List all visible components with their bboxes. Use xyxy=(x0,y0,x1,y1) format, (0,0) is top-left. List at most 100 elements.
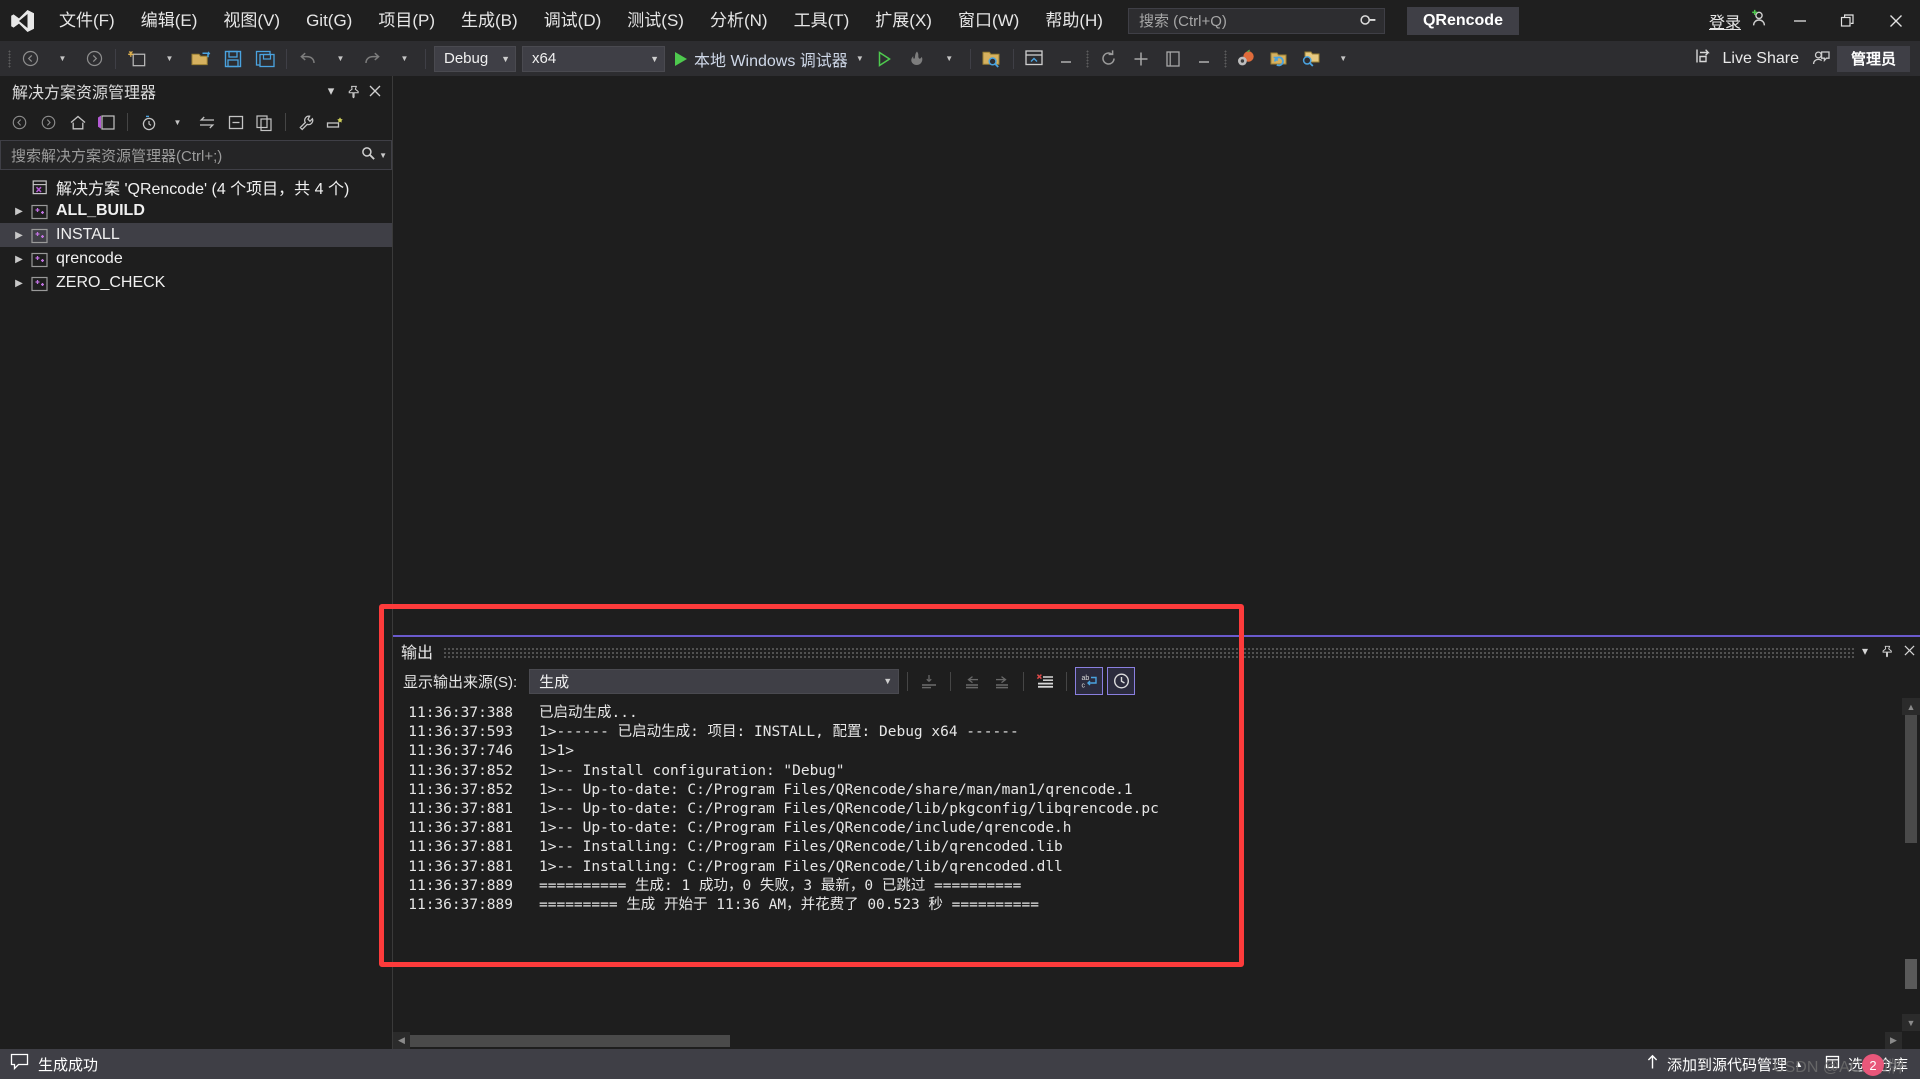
refresh-icon[interactable] xyxy=(1093,45,1125,73)
vertical-scroll-thumb-secondary[interactable] xyxy=(1905,959,1917,989)
new-project-dropdown[interactable]: ▼ xyxy=(153,45,185,73)
project-node-install[interactable]: ▶ INSTALL xyxy=(0,223,392,247)
preview-selected-items-icon[interactable] xyxy=(322,109,349,135)
panel-pin-icon[interactable] xyxy=(342,80,364,102)
menu-project[interactable]: 项目(P) xyxy=(365,0,448,41)
output-log-surface[interactable]: 11:36:37:388 已启动生成... 11:36:37:593 1>-----… xyxy=(393,698,1920,1049)
menu-debug[interactable]: 调试(D) xyxy=(531,0,615,41)
twisty-icon[interactable]: ▶ xyxy=(8,278,30,289)
back-icon[interactable] xyxy=(6,109,33,135)
hot-reload-dropdown[interactable]: ▼ xyxy=(933,45,965,73)
navigate-forward-button[interactable] xyxy=(78,45,110,73)
sign-in-button[interactable]: 登录 xyxy=(1709,8,1768,33)
output-pin-icon[interactable] xyxy=(1876,639,1898,663)
menu-edit[interactable]: 编辑(E) xyxy=(128,0,211,41)
nuget-manager-icon[interactable] xyxy=(1231,45,1263,73)
solution-explorer-window-icon[interactable] xyxy=(1019,45,1051,73)
navigate-backward-button[interactable] xyxy=(14,45,46,73)
menu-analyze[interactable]: 分析(N) xyxy=(697,0,781,41)
solution-configuration-combo[interactable]: Debug ▼ xyxy=(434,45,516,72)
solution-root-node[interactable]: 解决方案 'QRencode' (4 个项目，共 4 个) xyxy=(0,175,392,199)
find-in-files-icon[interactable] xyxy=(976,45,1008,73)
panel-close-icon[interactable] xyxy=(364,80,386,102)
previous-message-icon[interactable] xyxy=(959,668,985,694)
output-horizontal-scrollbar[interactable]: ◀ ▶ xyxy=(393,1031,1902,1049)
scroll-up-arrow-icon[interactable]: ▲ xyxy=(1902,698,1920,715)
twisty-icon[interactable]: ▶ xyxy=(8,206,30,217)
tab-drag-dots[interactable] xyxy=(443,646,1854,659)
sync-with-active-document-icon[interactable] xyxy=(193,109,220,135)
add-to-source-control-button[interactable]: 添加到源代码管理 ▲ xyxy=(1639,1049,1809,1079)
navigate-backward-dropdown[interactable]: ▼ xyxy=(46,45,78,73)
show-timestamps-icon[interactable] xyxy=(1107,667,1136,695)
redo-icon[interactable] xyxy=(356,45,388,73)
twisty-icon[interactable]: ▶ xyxy=(8,230,30,241)
live-share-button[interactable]: Live Share xyxy=(1694,47,1799,70)
horizontal-scroll-track[interactable] xyxy=(410,1032,1885,1049)
next-message-icon[interactable] xyxy=(989,668,1015,694)
pending-changes-icon[interactable] xyxy=(135,109,162,135)
output-close-icon[interactable] xyxy=(1898,639,1920,663)
go-to-message-icon[interactable] xyxy=(916,668,942,694)
home-icon[interactable] xyxy=(64,109,91,135)
show-all-files-icon[interactable] xyxy=(251,109,278,135)
start-without-debugging-icon[interactable] xyxy=(869,45,901,73)
search-input[interactable]: 搜索 (Ctrl+Q) xyxy=(1127,7,1385,34)
menu-window[interactable]: 窗口(W) xyxy=(945,0,1032,41)
project-node-all-build[interactable]: ▶ ALL_BUILD xyxy=(0,199,392,223)
project-name-chip[interactable]: QRencode xyxy=(1406,6,1519,35)
open-file-icon[interactable] xyxy=(185,45,217,73)
scroll-down-arrow-icon[interactable]: ▼ xyxy=(1902,1014,1920,1031)
toolbar-overflow-3[interactable]: ▼ xyxy=(1327,45,1359,73)
menu-git[interactable]: Git(G) xyxy=(293,0,365,41)
menu-file[interactable]: 文件(F) xyxy=(46,0,128,41)
start-debug-button[interactable]: 本地 Windows 调试器 ▼ xyxy=(668,45,869,73)
menu-view[interactable]: 视图(V) xyxy=(210,0,293,41)
toolbar-overflow-2[interactable] xyxy=(1189,45,1221,73)
toggle-word-wrap-icon[interactable]: ab c xyxy=(1075,667,1104,695)
undo-dropdown[interactable]: ▼ xyxy=(324,45,356,73)
redo-dropdown[interactable]: ▼ xyxy=(388,45,420,73)
properties-wrench-icon[interactable] xyxy=(293,109,320,135)
panel-menu-chevron-icon[interactable]: ▾ xyxy=(320,80,342,102)
toolbar-overflow-1[interactable] xyxy=(1051,45,1083,73)
output-vertical-scrollbar[interactable]: ▲ ▼ xyxy=(1902,698,1920,1031)
project-node-zero-check[interactable]: ▶ ZERO_CHECK xyxy=(0,271,392,295)
hot-reload-icon[interactable] xyxy=(901,45,933,73)
output-source-combo[interactable]: 生成 ▼ xyxy=(529,668,900,694)
menu-build[interactable]: 生成(B) xyxy=(448,0,531,41)
clear-all-icon[interactable] xyxy=(1032,668,1058,694)
toolbar-grip-1[interactable] xyxy=(4,48,14,70)
menu-extensions[interactable]: 扩展(X) xyxy=(862,0,945,41)
solution-explorer-search-input[interactable]: 搜索解决方案资源管理器(Ctrl+;) ▼ xyxy=(0,140,392,170)
tab-output[interactable]: 输出 xyxy=(401,639,443,663)
new-project-icon[interactable] xyxy=(121,45,153,73)
toolbar-grip-2[interactable] xyxy=(1083,48,1093,70)
select-repository-button[interactable]: 选择仓库 xyxy=(1818,1049,1914,1079)
properties-window-icon[interactable] xyxy=(1157,45,1189,73)
menu-help[interactable]: 帮助(H) xyxy=(1032,0,1116,41)
maximize-restore-button[interactable] xyxy=(1824,0,1872,41)
menu-test[interactable]: 测试(S) xyxy=(614,0,697,41)
scroll-right-arrow-icon[interactable]: ▶ xyxy=(1885,1031,1902,1049)
undo-icon[interactable] xyxy=(292,45,324,73)
scroll-left-arrow-icon[interactable]: ◀ xyxy=(393,1031,410,1049)
save-all-icon[interactable] xyxy=(249,45,281,73)
toolbar-grip-3[interactable] xyxy=(1221,48,1231,70)
twisty-icon[interactable]: ▶ xyxy=(8,254,30,265)
output-menu-chevron-icon[interactable]: ▾ xyxy=(1854,639,1876,663)
collapse-all-icon[interactable] xyxy=(222,109,249,135)
chevron-down-icon[interactable]: ▼ xyxy=(379,151,387,160)
solution-view-icon[interactable] xyxy=(93,109,120,135)
search-folder-icon[interactable] xyxy=(1295,45,1327,73)
close-button[interactable] xyxy=(1872,0,1920,41)
save-icon[interactable] xyxy=(217,45,249,73)
sync-folder-icon[interactable] xyxy=(1263,45,1295,73)
forward-icon[interactable] xyxy=(35,109,62,135)
horizontal-scroll-thumb[interactable] xyxy=(410,1034,730,1047)
pending-changes-dropdown[interactable]: ▼ xyxy=(164,109,191,135)
project-node-qrencode[interactable]: ▶ qrencode xyxy=(0,247,392,271)
menu-tools[interactable]: 工具(T) xyxy=(781,0,863,41)
vertical-scroll-thumb[interactable] xyxy=(1905,715,1917,843)
add-item-icon[interactable] xyxy=(1125,45,1157,73)
